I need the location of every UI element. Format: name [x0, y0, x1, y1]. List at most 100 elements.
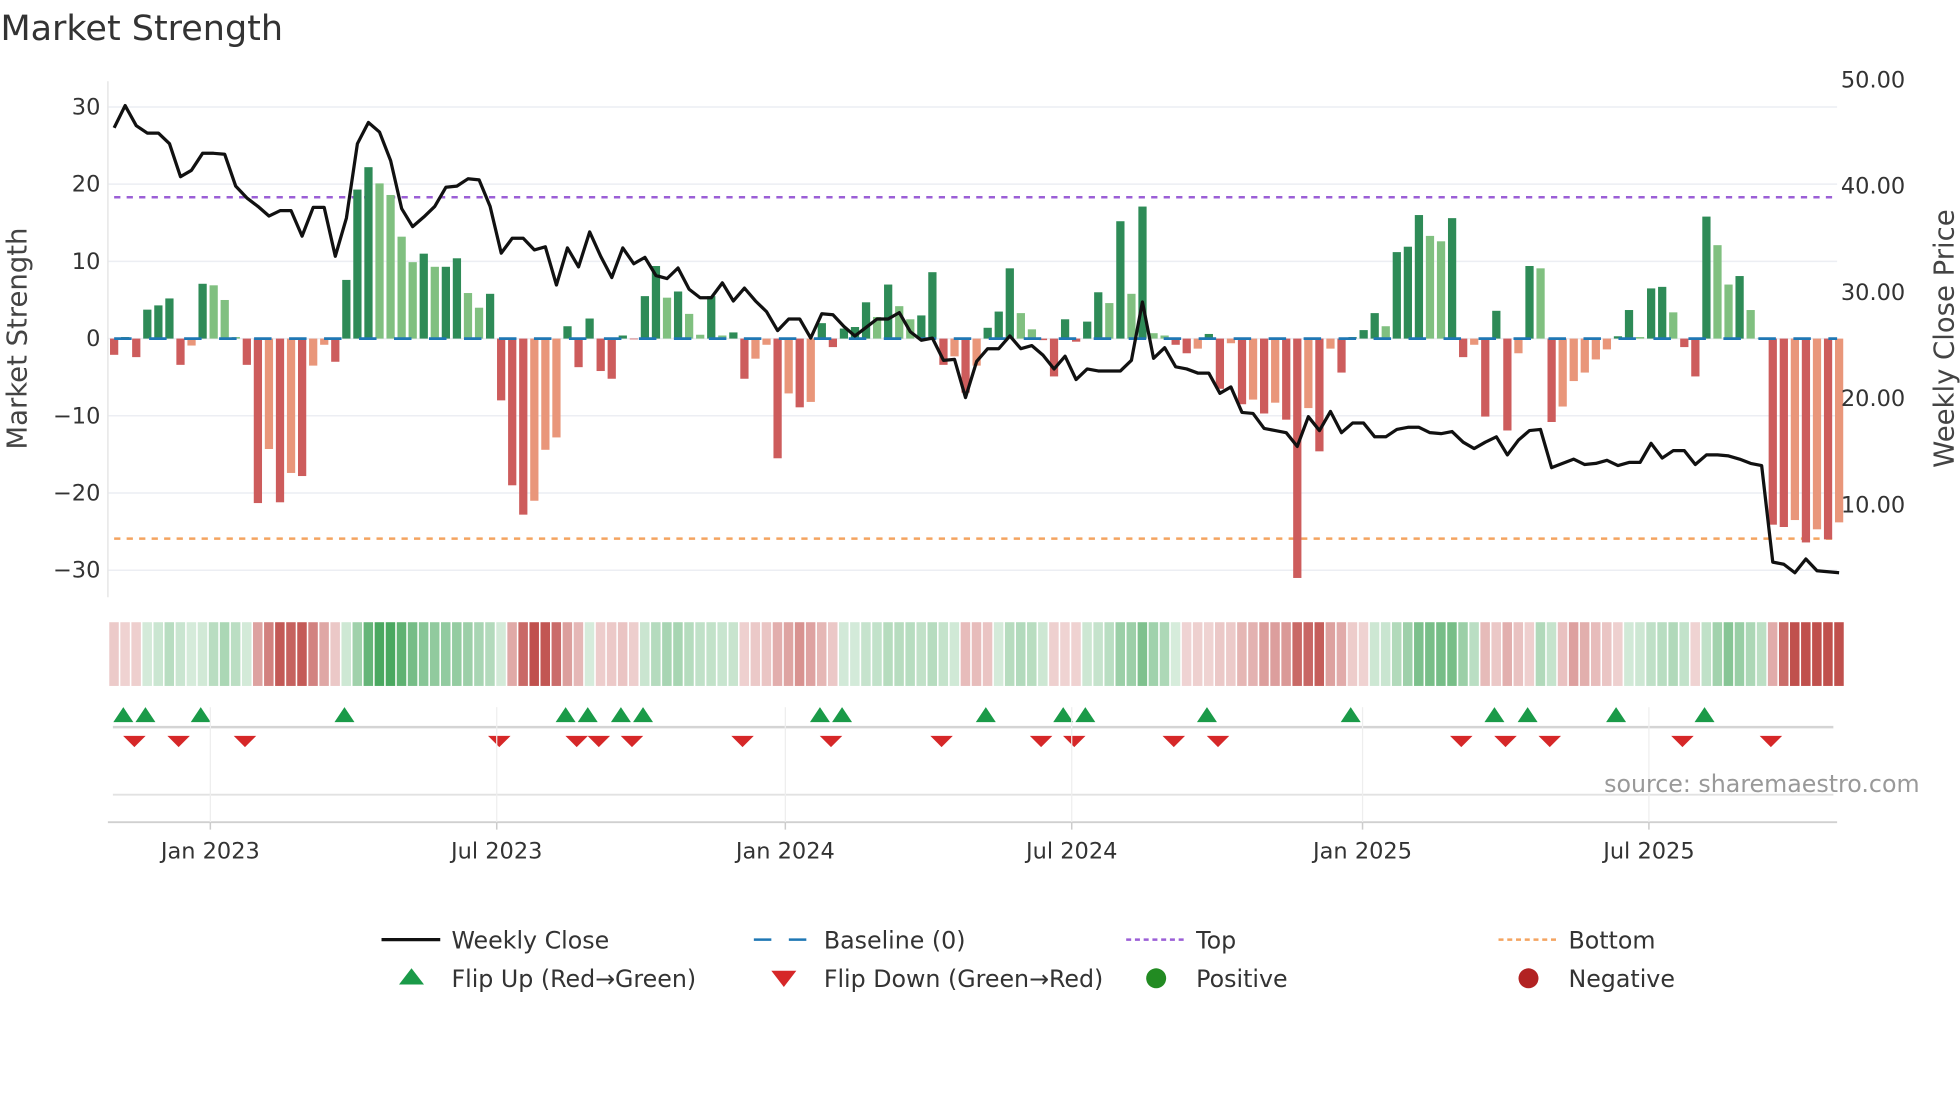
legend: Weekly Close Baseline (0) Top Bottom Flip Up…	[381, 926, 1675, 993]
heat-cell	[452, 622, 462, 686]
heat-cell	[463, 622, 473, 686]
heat-cell	[396, 622, 407, 686]
y-tick-label: −10	[53, 403, 100, 429]
flip-up-marker	[190, 707, 211, 723]
bar-positive	[1392, 252, 1401, 339]
heat-cell	[1602, 622, 1612, 686]
heat-cell	[1756, 622, 1767, 686]
heat-cell	[916, 622, 926, 686]
heat-cell	[949, 622, 960, 686]
flip-down-marker	[1759, 735, 1783, 748]
bar-negative	[1790, 338, 1800, 521]
circle-icon	[1146, 968, 1167, 989]
bar-negative	[1569, 338, 1578, 382]
heat-cell	[640, 622, 650, 686]
chart-title: Market Strength	[0, 9, 283, 49]
heat-cell	[1723, 622, 1734, 686]
heat-cell	[1579, 622, 1590, 686]
y2-tick-label: 10.00	[1841, 492, 1905, 518]
bar-negative	[275, 338, 285, 503]
heat-cell	[982, 622, 993, 686]
circle-icon	[1518, 968, 1539, 989]
bar-negative	[264, 338, 274, 450]
heat-cell	[894, 622, 904, 686]
bar-negative	[297, 338, 307, 477]
bar-positive	[1702, 216, 1711, 339]
bar-negative	[1591, 338, 1600, 360]
heat-cell	[739, 622, 750, 686]
bar-positive	[640, 296, 650, 339]
heat-cell	[1027, 622, 1037, 686]
bar-negative	[1558, 338, 1567, 407]
heat-cell	[230, 622, 241, 686]
bar-negative	[751, 338, 760, 359]
heat-cell	[374, 622, 385, 686]
heat-cell	[1458, 622, 1468, 686]
bar-positive	[397, 236, 406, 339]
heat-cell	[385, 622, 396, 686]
heat-cell	[828, 622, 838, 686]
heat-cell	[1192, 622, 1203, 686]
bar-negative	[1282, 338, 1291, 420]
legend-label: Positive	[1196, 965, 1287, 993]
bar-negative	[530, 338, 539, 501]
bar-positive	[1735, 276, 1744, 339]
heat-cell	[1590, 622, 1601, 686]
bar-positive	[707, 296, 716, 339]
heat-cell	[1834, 622, 1844, 686]
heat-cell	[772, 622, 783, 686]
bar-positive	[408, 262, 417, 339]
heat-cell	[905, 622, 915, 686]
bar-negative	[286, 338, 296, 473]
heat-cell	[1170, 622, 1181, 686]
bar-positive	[1083, 321, 1092, 339]
bar-negative	[1768, 338, 1777, 525]
heat-cell	[1104, 622, 1114, 686]
bar-positive	[917, 315, 926, 339]
bar-positive	[1635, 337, 1645, 339]
bar-negative	[1812, 338, 1822, 530]
bar-positive	[386, 194, 395, 339]
heat-cell	[363, 622, 374, 686]
flip-down-marker	[930, 735, 953, 748]
heat-cell	[839, 622, 849, 686]
bar-positive	[1669, 312, 1678, 339]
bar-positive	[994, 311, 1003, 339]
bar-negative	[740, 338, 749, 379]
heat-cell	[319, 622, 329, 686]
bar-positive	[696, 334, 705, 339]
heat-cell	[164, 622, 175, 686]
heat-cell	[938, 622, 949, 686]
bar-positive	[441, 266, 450, 339]
y-tick-label: 10	[72, 249, 101, 275]
heat-cell	[1237, 622, 1247, 686]
flip-up-marker	[1517, 707, 1538, 723]
heat-cell	[1778, 622, 1789, 686]
heat-cell	[1701, 622, 1712, 686]
bar-negative	[1337, 338, 1346, 373]
heat-cell	[816, 622, 827, 686]
bar-positive	[375, 183, 384, 339]
bar-positive	[662, 297, 672, 339]
heat-cell	[496, 622, 506, 686]
bar-negative	[574, 338, 583, 368]
bar-negative	[497, 338, 506, 401]
bar-positive	[1127, 293, 1136, 339]
axes: 30 20 10 0 −10 −20 −30 50.00 40.00 30.00 20.00 10.0…	[53, 67, 1905, 864]
bar-positive	[1060, 319, 1070, 339]
bar-positive	[1105, 303, 1114, 339]
heat-cell	[1613, 622, 1623, 686]
heat-cell	[197, 622, 208, 686]
bar-positive	[983, 327, 992, 339]
flip-up-marker	[832, 707, 853, 723]
bar-negative	[607, 338, 616, 379]
y2-tick-label: 50.00	[1841, 67, 1905, 93]
heat-cell	[1657, 622, 1667, 686]
heat-cell	[617, 622, 628, 686]
heat-cell	[275, 622, 285, 686]
legend-item-close: Weekly Close	[381, 926, 609, 954]
heat-cell	[1491, 622, 1501, 686]
heat-cell	[1082, 622, 1092, 686]
y-tick-label: −30	[53, 558, 100, 584]
heat-cell	[783, 622, 794, 686]
